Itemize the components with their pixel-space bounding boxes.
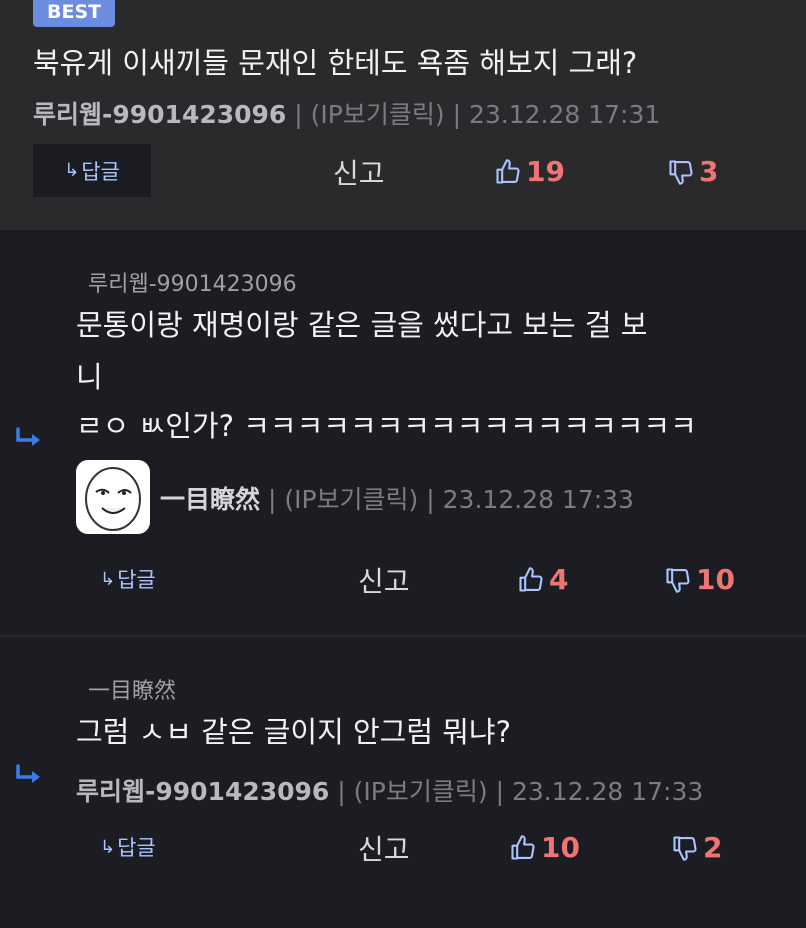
avatar-face-icon [85,467,141,531]
reply-label: 답글 [81,159,120,184]
meta-separator: | [294,100,311,129]
downvote-button[interactable]: 10 [664,563,735,596]
thumbs-down-icon [666,567,690,593]
comment-text-line: ㄹㅇ ㅄ인가? ㅋㅋㅋㅋㅋㅋㅋㅋㅋㅋㅋㅋㅋㅋㅋㅋㅋ [76,409,697,443]
meta-separator: | [337,777,354,806]
comment-author[interactable]: 루리웹-9901423096 [33,100,286,129]
upvote-button[interactable]: 19 [494,155,565,188]
meta-separator: | [426,485,443,514]
downvote-count: 3 [699,155,719,188]
comment-author[interactable]: 루리웹-9901423096 [76,777,329,806]
comment-text-line: 니 [76,360,103,394]
reply-arrow-icon: ↳ [64,160,80,181]
divider [0,635,806,637]
report-button[interactable]: 신고 [358,560,410,600]
reply-parent[interactable]: 루리웹-9901423096 [88,266,297,298]
thumbs-up-icon [519,566,543,592]
comment-meta: 루리웹-9901423096 | (IP보기클릭) | 23.12.28 17:… [76,772,703,808]
ip-link[interactable]: (IP보기클릭) [284,485,418,514]
thumbs-up-icon [511,834,535,860]
downvote-count: 10 [696,563,735,596]
downvote-button[interactable]: 3 [667,155,718,188]
report-button[interactable]: 신고 [358,828,410,868]
downvote-count: 2 [703,831,723,864]
avatar[interactable] [76,460,150,534]
comment-text-line: 문통이랑 재명이랑 같은 글을 썼다고 보는 걸 보 [76,308,648,342]
comment-time: 23.12.28 17:33 [511,777,704,806]
reply-arrow-icon: ↳ [100,836,116,858]
upvote-count: 4 [549,563,569,596]
reply-parent[interactable]: 一目瞭然 [88,673,176,705]
best-badge: BEST [33,0,116,27]
reply-arrow-icon: ↳ [100,568,116,590]
reply-label: 답글 [117,836,156,860]
meta-separator: | [452,100,469,129]
reply-button[interactable]: ↳ 답글 [100,830,156,864]
ip-link[interactable]: (IP보기클릭) [354,777,488,806]
ip-link[interactable]: (IP보기클릭) [311,100,445,129]
reply-button[interactable]: ↳ 답글 [33,144,151,197]
comment-time: 23.12.28 17:31 [468,100,661,129]
meta-separator: | [495,777,512,806]
report-button[interactable]: 신고 [333,152,385,192]
upvote-count: 10 [541,831,580,864]
downvote-button[interactable]: 2 [671,831,722,864]
thumbs-down-icon [669,159,693,185]
comment-meta: 一目瞭然 | (IP보기클릭) | 23.12.28 17:33 [160,480,634,516]
thumbs-up-icon [496,158,520,184]
reply-label: 답글 [117,568,156,592]
upvote-button[interactable]: 4 [517,563,568,596]
best-comment: BEST 북유게 이새끼들 문재인 한테도 욕좀 해보지 그래? 루리웹-990… [0,0,806,230]
meta-separator: | [267,485,285,514]
thumbs-down-icon [673,835,697,861]
upvote-count: 19 [526,155,565,188]
upvote-button[interactable]: 10 [509,831,580,864]
comment-meta: 루리웹-9901423096 | (IP보기클릭) | 23.12.28 17:… [33,95,660,131]
comment-author[interactable]: 一目瞭然 [160,485,260,514]
comment-text-line: 그럼 ㅅㅂ 같은 글이지 안그럼 뭐냐? [76,715,512,749]
reply-indent-arrow-icon [16,764,40,783]
comment-text: 북유게 이새끼들 문재인 한테도 욕좀 해보지 그래? [33,46,638,80]
reply-button[interactable]: ↳ 답글 [100,562,156,596]
comment-time: 23.12.28 17:33 [442,485,634,514]
reply-indent-arrow-icon [16,427,40,446]
